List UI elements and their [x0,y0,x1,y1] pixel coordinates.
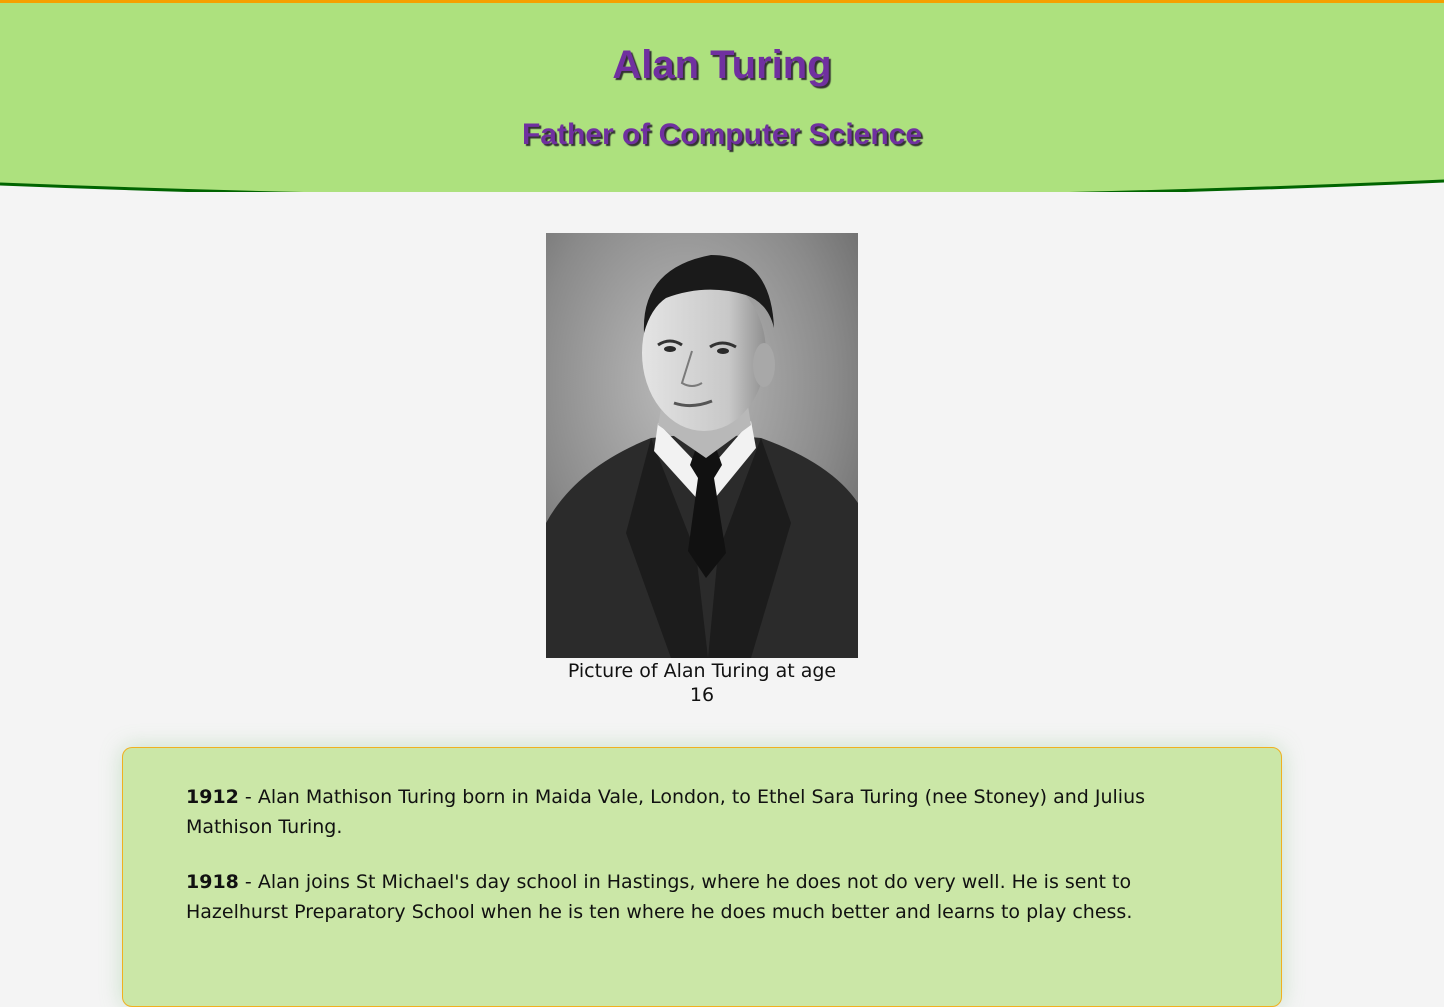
portrait-caption: Picture of Alan Turing at age 16 [567,660,837,706]
page-subtitle: Father of Computer Science [521,118,923,151]
alan-turing-portrait [546,233,858,658]
timeline-text: - Alan joins St Michael's day school in … [186,871,1133,923]
header-curve-background [0,3,1444,192]
page-title: Alan Turing [612,43,832,87]
page-header: Alan Turing Father of Computer Science [0,0,1444,192]
timeline-entry: 1912 - Alan Mathison Turing born in Maid… [186,782,1218,842]
portrait-figure: Picture of Alan Turing at age 16 [546,233,858,707]
timeline-box: 1912 - Alan Mathison Turing born in Maid… [122,747,1282,1007]
timeline-year: 1912 [186,786,239,808]
timeline-year: 1918 [186,871,239,893]
timeline-entry: 1918 - Alan joins St Michael's day schoo… [186,867,1218,927]
timeline-text: - Alan Mathison Turing born in Maida Val… [186,786,1146,838]
